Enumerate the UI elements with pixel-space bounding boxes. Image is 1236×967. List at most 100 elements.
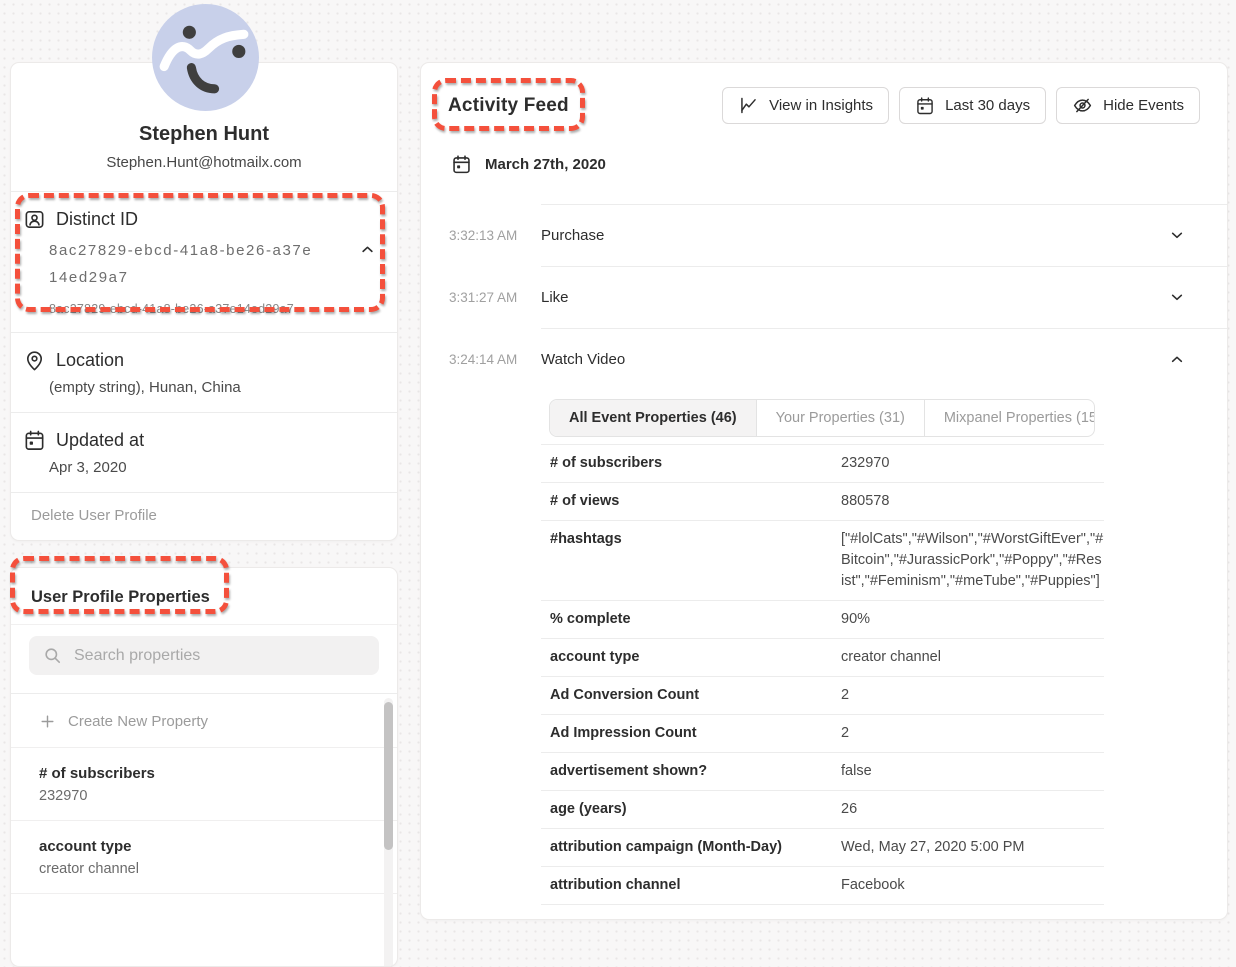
table-row: % complete 90% [541, 600, 1104, 638]
property-key: #hashtags [541, 529, 841, 550]
event-time: 3:24:14 AM [449, 328, 517, 390]
date-range-button[interactable]: Last 30 days [899, 87, 1046, 124]
view-in-insights-label: View in Insights [769, 97, 873, 114]
property-key: Ad Conversion Count [541, 685, 841, 706]
date-header-label: March 27th, 2020 [485, 156, 606, 173]
delete-user-profile-button[interactable]: Delete User Profile [11, 492, 397, 540]
property-key: attribution campaign (Month-Day) [541, 837, 841, 858]
create-new-property-label: Create New Property [68, 713, 208, 730]
calendar-icon [23, 429, 46, 452]
activity-feed-title: Activity Feed [448, 95, 569, 117]
table-row: account type creator channel [541, 638, 1104, 676]
event-row-watch-video[interactable]: 3:24:14 AM Watch Video [421, 328, 1227, 390]
location-value: (empty string), Hunan, China [49, 379, 377, 396]
tab-your-properties[interactable]: Your Properties (31) [756, 400, 924, 436]
table-row: attribution campaign (Month-Day) Wed, Ma… [541, 828, 1104, 866]
table-row: #hashtags ["#lolCats","#Wilson","#WorstG… [541, 520, 1104, 600]
table-row: # of subscribers 232970 [541, 444, 1104, 482]
view-in-insights-button[interactable]: View in Insights [722, 87, 889, 124]
property-value: Facebook [841, 875, 1104, 896]
search-icon [43, 646, 62, 665]
calendar-icon [915, 96, 935, 116]
table-row: # of views 880578 [541, 482, 1104, 520]
event-name: Watch Video [541, 351, 625, 368]
property-key: % complete [541, 609, 841, 630]
date-header: March 27th, 2020 [451, 154, 1227, 175]
property-list-item[interactable]: account type creator channel [11, 820, 397, 893]
property-list-item[interactable]: # of subscribers 232970 [11, 747, 397, 820]
distinct-id-label: Distinct ID [56, 209, 138, 230]
property-value: 2 [841, 685, 1104, 706]
property-key: age (years) [541, 799, 841, 820]
property-value: ["#lolCats","#Wilson","#WorstGiftEver","… [841, 529, 1104, 592]
table-row: age (years) 26 [541, 790, 1104, 828]
plus-icon [39, 713, 56, 730]
user-profile-card: Stephen Hunt Stephen.Hunt@hotmailx.com D… [10, 62, 398, 541]
chevron-down-icon[interactable] [1169, 227, 1185, 243]
distinct-id-subvalue: 8ac27829-ebcd-41a8-be26-a37e14ed29a7 [49, 302, 377, 316]
event-name: Like [541, 289, 569, 306]
event-properties-table: # of subscribers 232970 # of views 88057… [541, 444, 1104, 905]
profile-email: Stephen.Hunt@hotmailx.com [31, 154, 377, 171]
updated-at-label: Updated at [56, 430, 144, 451]
distinct-id-section: Distinct ID 8ac27829-ebcd-41a8-be26-a37e… [11, 191, 397, 332]
property-value: creator channel [39, 861, 357, 877]
property-key: # of subscribers [541, 453, 841, 474]
location-label: Location [56, 350, 124, 371]
event-time: 3:32:13 AM [449, 204, 517, 266]
left-column: Stephen Hunt Stephen.Hunt@hotmailx.com D… [10, 62, 398, 967]
user-profile-properties-title: User Profile Properties [11, 568, 397, 624]
event-row-purchase[interactable]: 3:32:13 AM Purchase [421, 204, 1227, 266]
updated-at-section: Updated at Apr 3, 2020 [11, 412, 397, 492]
property-key: advertisement shown? [541, 761, 841, 782]
event-properties-tabs: All Event Properties (46) Your Propertie… [549, 399, 1095, 437]
location-pin-icon [23, 349, 46, 372]
event-time: 3:31:27 AM [449, 266, 517, 328]
event-row-like[interactable]: 3:31:27 AM Like [421, 266, 1227, 328]
user-profile-properties-card: User Profile Properties Search propertie… [10, 567, 398, 967]
property-value: creator channel [841, 647, 1104, 668]
activity-feed-card: Activity Feed View in Insights [420, 62, 1228, 920]
event-name: Purchase [541, 227, 604, 244]
profile-name: Stephen Hunt [31, 123, 377, 146]
properties-list: Create New Property # of subscribers 232… [11, 693, 397, 967]
property-value: 26 [841, 799, 1104, 820]
contact-badge-icon [23, 208, 46, 231]
property-name: account type [39, 838, 357, 855]
event-properties-panel: All Event Properties (46) Your Propertie… [541, 399, 1104, 905]
table-row: Ad Conversion Count 2 [541, 676, 1104, 714]
user-avatar [152, 4, 259, 111]
create-new-property-button[interactable]: Create New Property [11, 694, 397, 747]
location-section: Location (empty string), Hunan, China [11, 332, 397, 412]
property-key: Ad Impression Count [541, 723, 841, 744]
property-value: Wed, May 27, 2020 5:00 PM [841, 837, 1104, 858]
date-range-label: Last 30 days [945, 97, 1030, 114]
chevron-up-icon[interactable] [1169, 351, 1185, 367]
search-placeholder: Search properties [74, 647, 200, 665]
property-value: 232970 [39, 788, 357, 804]
hide-events-button[interactable]: Hide Events [1056, 87, 1200, 124]
property-value: false [841, 761, 1104, 782]
property-key: attribution channel [541, 875, 841, 896]
scrollbar-thumb[interactable] [384, 702, 393, 850]
property-name: # of subscribers [39, 765, 357, 782]
property-key: # of views [541, 491, 841, 512]
tab-mixpanel-properties[interactable]: Mixpanel Properties (15) [924, 400, 1095, 436]
property-value: 880578 [841, 491, 1104, 512]
chevron-up-icon[interactable] [360, 242, 375, 257]
table-row: Ad Impression Count 2 [541, 714, 1104, 752]
distinct-id-value: 8ac27829-ebcd-41a8-be26-a37e14ed29a7 [49, 237, 377, 291]
calendar-icon [451, 154, 472, 175]
property-value: 232970 [841, 453, 1104, 474]
chevron-down-icon[interactable] [1169, 289, 1185, 305]
property-value: 90% [841, 609, 1104, 630]
line-chart-icon [738, 95, 759, 116]
search-properties-input[interactable]: Search properties [29, 636, 379, 675]
table-row: attribution channel Facebook [541, 866, 1104, 905]
updated-at-value: Apr 3, 2020 [49, 459, 377, 476]
property-value: 2 [841, 723, 1104, 744]
table-row: advertisement shown? false [541, 752, 1104, 790]
hide-events-label: Hide Events [1103, 97, 1184, 114]
property-key: account type [541, 647, 841, 668]
tab-all-event-properties[interactable]: All Event Properties (46) [550, 400, 756, 436]
